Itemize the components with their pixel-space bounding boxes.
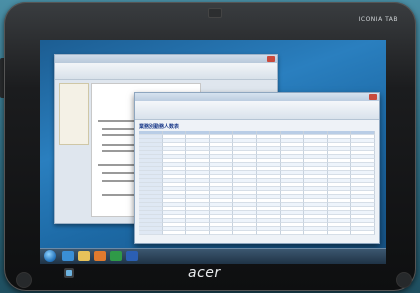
spreadsheet-grid[interactable] — [139, 131, 375, 239]
model-label: ICONIA TAB — [358, 16, 398, 23]
spreadsheet-cell[interactable] — [280, 231, 305, 235]
spreadsheet-cell[interactable] — [209, 231, 234, 235]
spreadsheet-row — [139, 231, 375, 235]
document-ribbon[interactable] — [55, 63, 277, 80]
media-icon[interactable] — [94, 251, 106, 261]
camera-icon — [208, 8, 222, 18]
speaker-left — [16, 272, 32, 288]
spreadsheet-window[interactable]: 業務別勤務人数表 — [134, 92, 380, 244]
tablet-device: ICONIA TAB 業務別勤務人数表 acer — [4, 2, 416, 291]
taskbar — [40, 248, 386, 264]
windows-home-button[interactable] — [64, 268, 74, 278]
start-orb-icon[interactable] — [44, 250, 56, 262]
spreadsheet-cell[interactable] — [327, 231, 352, 235]
document-titlebar[interactable] — [55, 55, 277, 63]
document-side-panel — [59, 83, 89, 145]
excel-icon[interactable] — [110, 251, 122, 261]
ie-icon[interactable] — [62, 251, 74, 261]
tablet-screen[interactable]: 業務別勤務人数表 — [40, 40, 386, 264]
spreadsheet-cell[interactable] — [256, 231, 281, 235]
spreadsheet-ribbon[interactable] — [135, 101, 379, 120]
brand-logo: acer — [188, 265, 221, 281]
spreadsheet-cell[interactable] — [186, 231, 210, 235]
close-icon[interactable] — [267, 56, 275, 62]
spreadsheet-cell[interactable] — [233, 231, 257, 235]
spreadsheet-cell[interactable] — [162, 231, 187, 235]
spreadsheet-cell[interactable] — [304, 231, 328, 235]
spreadsheet-cell[interactable] — [351, 231, 375, 235]
folder-icon[interactable] — [78, 251, 90, 261]
spreadsheet-title: 業務別勤務人数表 — [139, 124, 180, 130]
spreadsheet-titlebar[interactable] — [135, 93, 379, 101]
close-icon[interactable] — [369, 94, 377, 100]
spreadsheet-cell[interactable] — [139, 231, 163, 235]
word-icon[interactable] — [126, 251, 138, 261]
speaker-right — [396, 272, 412, 288]
